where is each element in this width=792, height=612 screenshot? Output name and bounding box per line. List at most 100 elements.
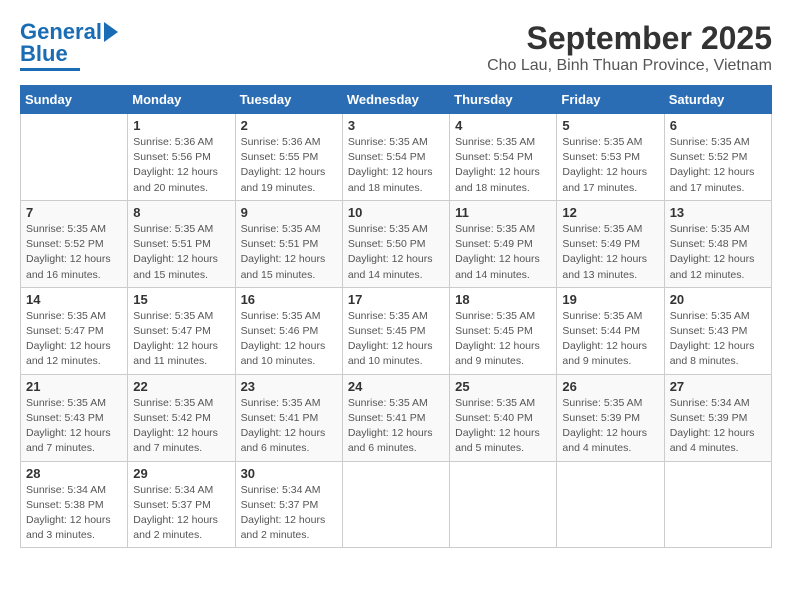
day-number: 27 — [670, 379, 766, 394]
weekday-header: Wednesday — [342, 86, 449, 114]
calendar-cell: 25Sunrise: 5:35 AM Sunset: 5:40 PM Dayli… — [450, 374, 557, 461]
day-info: Sunrise: 5:36 AM Sunset: 5:55 PM Dayligh… — [241, 135, 337, 196]
day-info: Sunrise: 5:35 AM Sunset: 5:46 PM Dayligh… — [241, 309, 337, 370]
day-number: 26 — [562, 379, 658, 394]
calendar-cell: 29 Sunrise: 5:34 AM Sunset: 5:37 PM Dayli… — [128, 461, 235, 548]
calendar-cell: 20 Sunrise: 5:35 AM Sunset: 5:43 PM Dayli… — [664, 287, 771, 374]
calendar-cell — [21, 114, 128, 201]
day-info: Sunrise: 5:34 AM Sunset: 5:37 PM Dayligh… — [133, 483, 229, 544]
weekday-header: Thursday — [450, 86, 557, 114]
weekday-header: Saturday — [664, 86, 771, 114]
calendar-table: SundayMondayTuesdayWednesdayThursdayFrid… — [20, 85, 772, 548]
weekday-header: Sunday — [21, 86, 128, 114]
day-number: 23 — [241, 379, 337, 394]
day-number: 1 — [133, 118, 229, 133]
logo-blue-text: Blue — [20, 42, 68, 66]
day-info: Sunrise: 5:35 AM Sunset: 5:44 PM Dayligh… — [562, 309, 658, 370]
calendar-cell: 18 Sunrise: 5:35 AM Sunset: 5:45 PM Dayli… — [450, 287, 557, 374]
day-number: 11 — [455, 205, 551, 220]
day-info: Sunrise: 5:35 AM Sunset: 5:52 PM Dayligh… — [670, 135, 766, 196]
day-info: Sunrise: 5:34 AM Sunset: 5:37 PM Dayligh… — [241, 483, 337, 544]
weekday-header: Monday — [128, 86, 235, 114]
calendar-cell: 8 Sunrise: 5:35 AM Sunset: 5:51 PM Daylig… — [128, 200, 235, 287]
day-info: Sunrise: 5:35 AM Sunset: 5:42 PM Dayligh… — [133, 396, 229, 457]
calendar-cell: 28 Sunrise: 5:34 AM Sunset: 5:38 PM Dayli… — [21, 461, 128, 548]
page-title: September 2025 — [487, 20, 772, 57]
weekday-header: Friday — [557, 86, 664, 114]
calendar-cell: 1Sunrise: 5:36 AM Sunset: 5:56 PM Daylig… — [128, 114, 235, 201]
day-info: Sunrise: 5:35 AM Sunset: 5:49 PM Dayligh… — [455, 222, 551, 283]
day-info: Sunrise: 5:35 AM Sunset: 5:43 PM Dayligh… — [26, 396, 122, 457]
day-number: 29 — [133, 466, 229, 481]
calendar-week-row: 14 Sunrise: 5:35 AM Sunset: 5:47 PM Dayli… — [21, 287, 772, 374]
day-number: 10 — [348, 205, 444, 220]
day-info: Sunrise: 5:34 AM Sunset: 5:38 PM Dayligh… — [26, 483, 122, 544]
calendar-week-row: 1Sunrise: 5:36 AM Sunset: 5:56 PM Daylig… — [21, 114, 772, 201]
day-info: Sunrise: 5:35 AM Sunset: 5:43 PM Dayligh… — [670, 309, 766, 370]
day-number: 19 — [562, 292, 658, 307]
day-number: 17 — [348, 292, 444, 307]
calendar-cell: 9 Sunrise: 5:35 AM Sunset: 5:51 PM Daylig… — [235, 200, 342, 287]
calendar-cell — [557, 461, 664, 548]
day-number: 30 — [241, 466, 337, 481]
day-info: Sunrise: 5:35 AM Sunset: 5:54 PM Dayligh… — [455, 135, 551, 196]
day-info: Sunrise: 5:35 AM Sunset: 5:45 PM Dayligh… — [348, 309, 444, 370]
calendar-header-row: SundayMondayTuesdayWednesdayThursdayFrid… — [21, 86, 772, 114]
day-info: Sunrise: 5:35 AM Sunset: 5:54 PM Dayligh… — [348, 135, 444, 196]
calendar-cell: 5Sunrise: 5:35 AM Sunset: 5:53 PM Daylig… — [557, 114, 664, 201]
day-number: 21 — [26, 379, 122, 394]
day-number: 2 — [241, 118, 337, 133]
day-number: 28 — [26, 466, 122, 481]
day-number: 8 — [133, 205, 229, 220]
calendar-cell: 21 Sunrise: 5:35 AM Sunset: 5:43 PM Dayli… — [21, 374, 128, 461]
day-number: 9 — [241, 205, 337, 220]
calendar-week-row: 7 Sunrise: 5:35 AM Sunset: 5:52 PM Daylig… — [21, 200, 772, 287]
day-number: 22 — [133, 379, 229, 394]
day-number: 15 — [133, 292, 229, 307]
day-info: Sunrise: 5:35 AM Sunset: 5:52 PM Dayligh… — [26, 222, 122, 283]
day-info: Sunrise: 5:35 AM Sunset: 5:48 PM Dayligh… — [670, 222, 766, 283]
day-number: 12 — [562, 205, 658, 220]
day-number: 6 — [670, 118, 766, 133]
calendar-cell: 22 Sunrise: 5:35 AM Sunset: 5:42 PM Dayli… — [128, 374, 235, 461]
day-info: Sunrise: 5:35 AM Sunset: 5:39 PM Dayligh… — [562, 396, 658, 457]
calendar-cell: 4 Sunrise: 5:35 AM Sunset: 5:54 PM Daylig… — [450, 114, 557, 201]
day-info: Sunrise: 5:35 AM Sunset: 5:51 PM Dayligh… — [241, 222, 337, 283]
calendar-cell: 2 Sunrise: 5:36 AM Sunset: 5:55 PM Daylig… — [235, 114, 342, 201]
day-number: 5 — [562, 118, 658, 133]
calendar-cell: 23 Sunrise: 5:35 AM Sunset: 5:41 PM Dayli… — [235, 374, 342, 461]
calendar-cell: 17 Sunrise: 5:35 AM Sunset: 5:45 PM Dayli… — [342, 287, 449, 374]
calendar-cell: 7 Sunrise: 5:35 AM Sunset: 5:52 PM Daylig… — [21, 200, 128, 287]
calendar-cell: 16Sunrise: 5:35 AM Sunset: 5:46 PM Dayli… — [235, 287, 342, 374]
calendar-cell: 10Sunrise: 5:35 AM Sunset: 5:50 PM Dayli… — [342, 200, 449, 287]
day-number: 18 — [455, 292, 551, 307]
weekday-header: Tuesday — [235, 86, 342, 114]
day-number: 4 — [455, 118, 551, 133]
calendar-cell: 12 Sunrise: 5:35 AM Sunset: 5:49 PM Dayli… — [557, 200, 664, 287]
calendar-cell — [450, 461, 557, 548]
calendar-week-row: 21 Sunrise: 5:35 AM Sunset: 5:43 PM Dayli… — [21, 374, 772, 461]
day-info: Sunrise: 5:35 AM Sunset: 5:41 PM Dayligh… — [241, 396, 337, 457]
day-info: Sunrise: 5:35 AM Sunset: 5:41 PM Dayligh… — [348, 396, 444, 457]
calendar-cell: 6 Sunrise: 5:35 AM Sunset: 5:52 PM Daylig… — [664, 114, 771, 201]
day-number: 25 — [455, 379, 551, 394]
calendar-cell: 26 Sunrise: 5:35 AM Sunset: 5:39 PM Dayli… — [557, 374, 664, 461]
day-number: 14 — [26, 292, 122, 307]
day-number: 24 — [348, 379, 444, 394]
day-info: Sunrise: 5:35 AM Sunset: 5:47 PM Dayligh… — [133, 309, 229, 370]
day-number: 7 — [26, 205, 122, 220]
logo-arrow-icon — [104, 22, 118, 42]
day-number: 20 — [670, 292, 766, 307]
day-info: Sunrise: 5:35 AM Sunset: 5:47 PM Dayligh… — [26, 309, 122, 370]
calendar-cell — [664, 461, 771, 548]
calendar-cell: 15 Sunrise: 5:35 AM Sunset: 5:47 PM Dayli… — [128, 287, 235, 374]
page-subtitle: Cho Lau, Binh Thuan Province, Vietnam — [487, 57, 772, 75]
calendar-cell: 24 Sunrise: 5:35 AM Sunset: 5:41 PM Dayli… — [342, 374, 449, 461]
calendar-week-row: 28 Sunrise: 5:34 AM Sunset: 5:38 PM Dayli… — [21, 461, 772, 548]
calendar-cell: 14 Sunrise: 5:35 AM Sunset: 5:47 PM Dayli… — [21, 287, 128, 374]
day-info: Sunrise: 5:35 AM Sunset: 5:49 PM Dayligh… — [562, 222, 658, 283]
day-info: Sunrise: 5:34 AM Sunset: 5:39 PM Dayligh… — [670, 396, 766, 457]
day-info: Sunrise: 5:35 AM Sunset: 5:51 PM Dayligh… — [133, 222, 229, 283]
calendar-cell: 19 Sunrise: 5:35 AM Sunset: 5:44 PM Dayli… — [557, 287, 664, 374]
day-info: Sunrise: 5:35 AM Sunset: 5:45 PM Dayligh… — [455, 309, 551, 370]
